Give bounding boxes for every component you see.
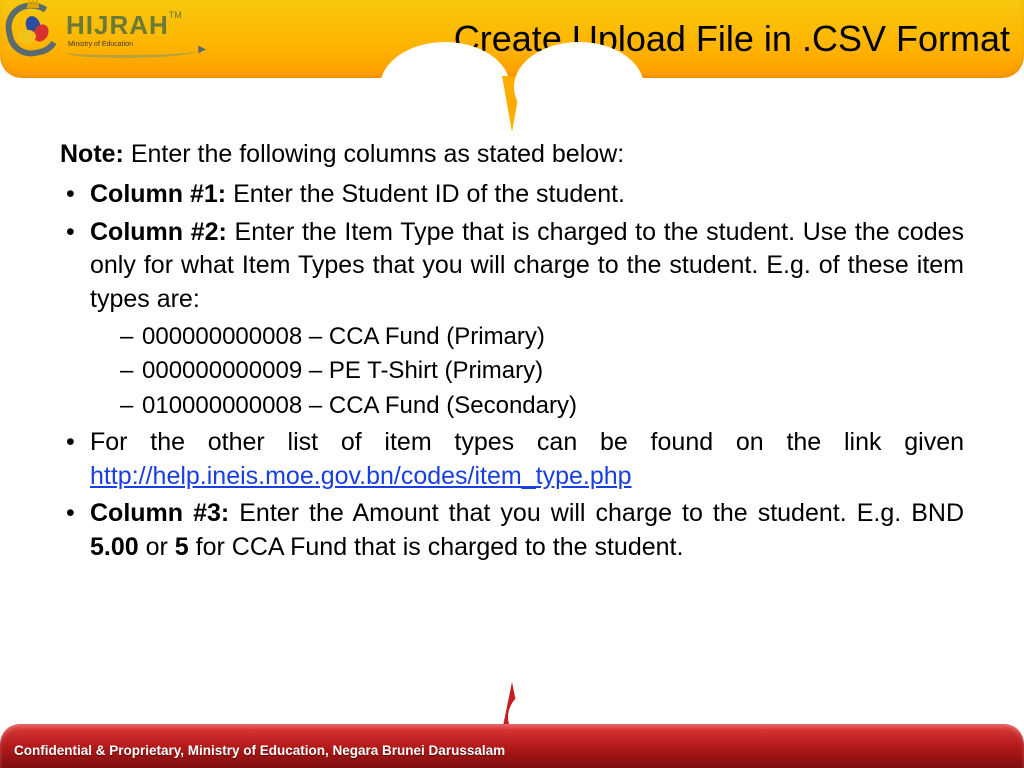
logo-tm: TM (169, 10, 182, 20)
logo-word: HIJRAH (66, 10, 169, 40)
header-ornament (392, 78, 632, 136)
hijrah-logo: HIJRAHTM Ministry of Education (6, 2, 182, 56)
column-3-item: Column #3: Enter the Amount that you wil… (60, 497, 964, 565)
column-3-text-c: for CCA Fund that is charged to the stud… (189, 533, 684, 561)
footer-ornament (402, 678, 622, 724)
link-intro: For the other list of item types can be … (90, 428, 964, 456)
column-3-text-b: or (139, 533, 175, 561)
slide-footer: Confidential & Proprietary, Ministry of … (0, 724, 1024, 768)
column-1-text: Enter the Student ID of the student. (226, 180, 625, 208)
column-3-label: Column #3: (90, 499, 229, 527)
column-3-text-a: Enter the Amount that you will charge to… (229, 499, 964, 527)
item-type-link[interactable]: http://help.ineis.moe.gov.bn/codes/item_… (90, 462, 632, 490)
example-row: 010000000008 – CCA Fund (Secondary) (120, 390, 964, 422)
column-3-amount-1: 5.00 (90, 533, 139, 561)
example-row: 000000000008 – CCA Fund (Primary) (120, 321, 964, 353)
slide-title: Create Upload File in .CSV Format (454, 18, 1010, 60)
column-1-item: Column #1: Enter the Student ID of the s… (60, 178, 964, 212)
column-2-item: Column #2: Enter the Item Type that is c… (60, 216, 964, 422)
note-text: Enter the following columns as stated be… (124, 140, 624, 168)
item-type-examples: 000000000008 – CCA Fund (Primary) 000000… (90, 321, 964, 422)
logo-emblem-icon (6, 2, 60, 56)
example-row: 000000000009 – PE T-Shirt (Primary) (120, 355, 964, 387)
slide-body: Note: Enter the following columns as sta… (60, 138, 964, 569)
note-line: Note: Enter the following columns as sta… (60, 138, 964, 172)
column-1-label: Column #1: (90, 180, 226, 208)
column-3-amount-2: 5 (175, 533, 189, 561)
link-item: For the other list of item types can be … (60, 426, 964, 494)
column-2-label: Column #2: (90, 218, 227, 246)
note-label: Note: (60, 140, 124, 168)
footer-text: Confidential & Proprietary, Ministry of … (14, 743, 505, 758)
